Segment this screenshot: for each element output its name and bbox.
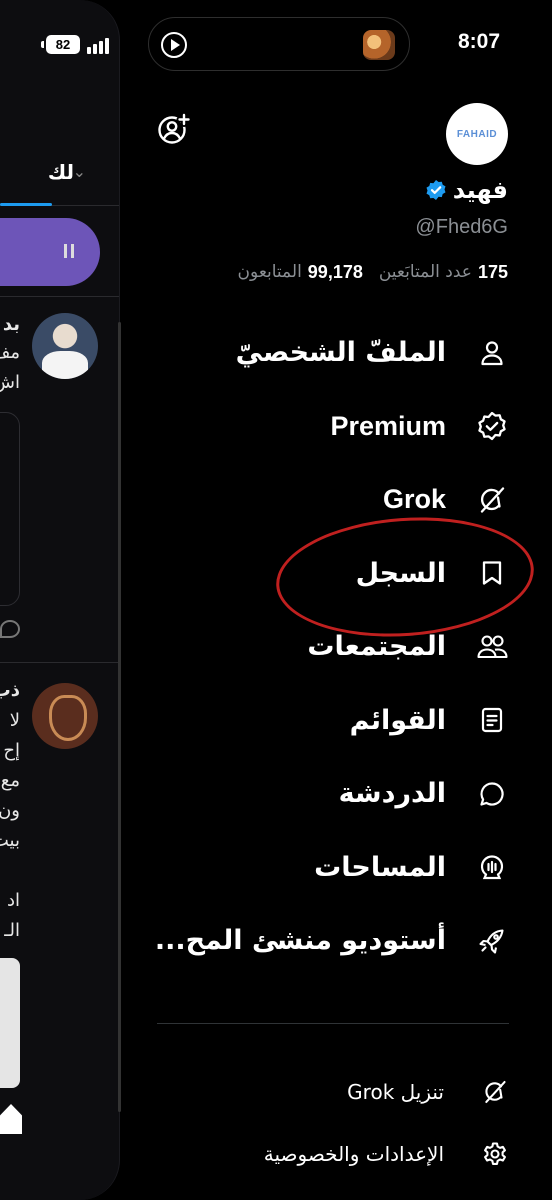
tab-underline [0,203,52,206]
avatar[interactable] [32,313,98,379]
verified-badge-icon [425,179,447,201]
menu-item-label: أستوديو منشئ المح... [154,925,446,957]
followers-count: 99,178 [307,261,363,282]
media-artwork [363,30,395,60]
lists-icon [476,704,508,736]
divider [0,296,119,297]
spaces-live-pill[interactable] [0,218,100,286]
post-text-snippet: اش [0,372,20,393]
drawer-menu: الملفّ الشخصيّ Premium Grok السجل المجتم… [128,316,508,978]
following-count: 175 [477,261,508,282]
footer-label: الإعدادات والخصوصية [263,1142,444,1166]
status-time: 8:07 [457,30,500,53]
profile-icon [476,337,508,369]
menu-item-bookmarks[interactable]: السجل [128,537,508,611]
menu-item-lists[interactable]: القوائم [128,684,508,758]
chevron-down-icon[interactable]: ⌄ [73,162,86,181]
post-text-snippet: الـ [4,920,20,941]
menu-item-label: الملفّ الشخصيّ [235,337,446,369]
timeline-tabs: لك ⌄ [0,150,119,206]
play-icon[interactable] [161,32,187,58]
premium-badge-icon [476,410,508,442]
profile-avatar[interactable]: FAHAID [446,103,508,165]
profile-name-row[interactable]: فهيد [425,174,508,206]
user-handle[interactable]: @Fhed6G [415,216,508,239]
post-media[interactable] [0,958,20,1088]
footer-label: تنزيل Grok [347,1080,444,1104]
post-card[interactable] [0,412,20,606]
avatar[interactable] [32,683,98,749]
dynamic-island[interactable] [148,17,410,71]
timeline-peek-panel[interactable]: لك ⌄ بد مف اش ذب لا إح مع ون بيت اد الـ [0,0,120,1200]
download-grok-link[interactable]: تنزيل Grok [347,1072,508,1112]
signal-icon [87,38,113,54]
menu-item-premium[interactable]: Premium [128,390,508,464]
communities-icon [476,631,508,663]
display-name: فهيد [452,176,508,204]
grok-icon [476,484,508,516]
reply-icon[interactable] [0,620,20,638]
menu-item-label: Grok [382,484,446,515]
menu-item-label: الدردشة [338,778,446,810]
menu-item-label: Premium [330,410,446,441]
chat-icon [476,778,508,810]
tab-for-you[interactable]: لك [48,160,74,184]
menu-item-grok[interactable]: Grok [128,463,508,537]
post-text-snippet: مع [0,770,20,791]
spaces-icon [476,851,508,883]
post-text-snippet: لا [9,710,20,731]
scrollbar[interactable] [118,322,121,1112]
divider [157,1023,509,1024]
following-stat[interactable]: 175 عدد المتابَعين [379,262,508,283]
grok-icon [482,1079,508,1105]
menu-item-label: المجتمعات [307,631,446,663]
post-author-snippet: ذب [0,680,20,701]
post-text-snippet: إح [3,740,20,761]
follow-stats: 175 عدد المتابَعين 99,178 المتابعون [238,258,508,286]
followers-stat[interactable]: 99,178 المتابعون [238,262,363,283]
pause-icon[interactable] [64,244,74,258]
menu-item-label: القوائم [349,704,446,736]
post-text-snippet: ون [0,800,20,821]
menu-item-profile[interactable]: الملفّ الشخصيّ [128,316,508,390]
rocket-icon [476,925,508,957]
battery-indicator: 82 [41,35,80,54]
menu-item-label: المساحات [314,851,446,883]
divider [0,662,119,663]
menu-item-communities[interactable]: المجتمعات [128,610,508,684]
menu-item-label: السجل [355,557,446,589]
menu-item-chat[interactable]: الدردشة [128,757,508,831]
bookmark-icon [476,557,508,589]
gear-icon [482,1141,508,1167]
post-text-snippet: بيت [0,830,20,851]
menu-item-spaces[interactable]: المساحات [128,831,508,905]
post-text-snippet: اد [6,890,20,911]
add-account-icon[interactable] [157,112,191,146]
menu-item-creator-studio[interactable]: أستوديو منشئ المح... [128,904,508,978]
following-label: عدد المتابَعين [378,262,472,282]
settings-privacy-link[interactable]: الإعدادات والخصوصية [264,1134,508,1174]
post-text-snippet: مف [0,342,20,363]
followers-label: المتابعون [237,262,302,282]
home-icon[interactable] [0,1104,22,1134]
post-author-snippet: بد [2,314,20,335]
